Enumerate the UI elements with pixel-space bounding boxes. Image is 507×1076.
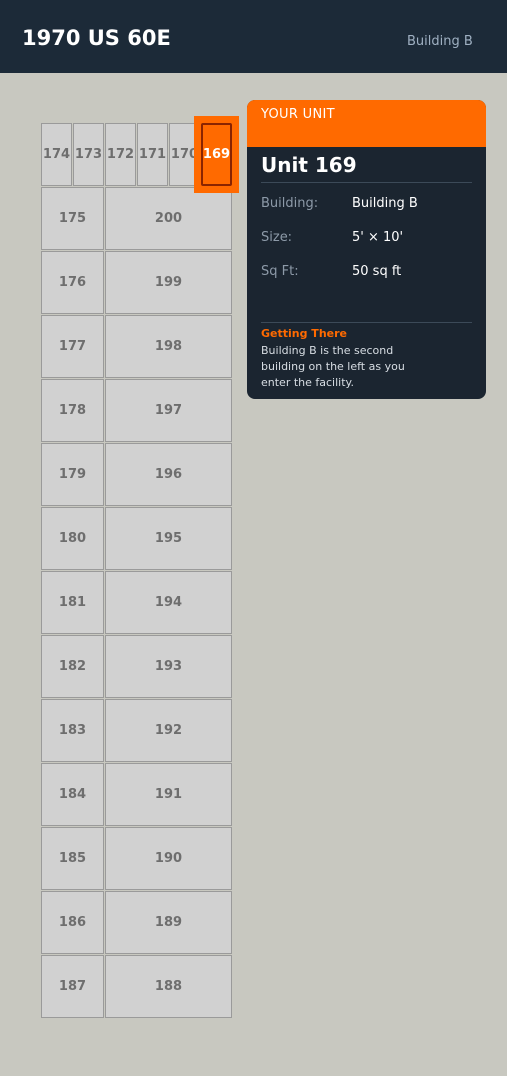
sqft-row-label: Sq Ft: [261,264,299,279]
unit-label: 173 [74,147,103,162]
unit-label: 199 [154,275,183,290]
unit-180[interactable]: 180 [41,507,104,570]
unit-highlighted[interactable]: 169 [194,116,239,193]
unit-179[interactable]: 179 [41,443,104,506]
unit-195[interactable]: 195 [105,507,232,570]
unit-172[interactable]: 172 [105,123,136,186]
card-divider [261,322,472,323]
unit-191[interactable]: 191 [105,763,232,826]
unit-187[interactable]: 187 [41,955,104,1018]
unit-label: 190 [154,851,183,866]
unit-181[interactable]: 181 [41,571,104,634]
sqft-row-value: 50 sq ft [352,264,402,279]
unit-label: 187 [58,979,87,994]
unit-188[interactable]: 188 [105,955,232,1018]
unit-176[interactable]: 176 [41,251,104,314]
facility-title: 1970 US 60E [22,26,171,50]
building-row-value: Building B [352,196,418,211]
unit-label: 196 [154,467,183,482]
unit-196[interactable]: 196 [105,443,232,506]
unit-173[interactable]: 173 [73,123,104,186]
unit-info-card: YOUR UNIT Unit 169 Building: Building B … [247,100,486,399]
unit-label: 192 [154,723,183,738]
unit-label: 186 [58,915,87,930]
unit-178[interactable]: 178 [41,379,104,442]
unit-label: 180 [58,531,87,546]
size-row-label: Size: [261,230,293,245]
unit-184[interactable]: 184 [41,763,104,826]
unit-label: 193 [154,659,183,674]
unit-185[interactable]: 185 [41,827,104,890]
unit-label: 200 [154,211,183,226]
unit-194[interactable]: 194 [105,571,232,634]
unit-label: 178 [58,403,87,418]
unit-label: 176 [58,275,87,290]
unit-label: 172 [106,147,135,162]
unit-192[interactable]: 192 [105,699,232,762]
unit-200[interactable]: 200 [105,187,232,250]
unit-198[interactable]: 198 [105,315,232,378]
unit-177[interactable]: 177 [41,315,104,378]
unit-label: 184 [58,787,87,802]
building-label: Building B [407,34,473,49]
card-divider [261,182,472,183]
unit-label: 177 [58,339,87,354]
unit-label: 174 [42,147,71,162]
unit-label: 179 [58,467,87,482]
unit-182[interactable]: 182 [41,635,104,698]
app-header: 1970 US 60E Building B [0,0,507,73]
unit-label: 171 [138,147,167,162]
building-row-label: Building: [261,196,319,211]
unit-189[interactable]: 189 [105,891,232,954]
unit-190[interactable]: 190 [105,827,232,890]
size-row-value: 5' × 10' [352,230,404,245]
directions-title: Getting There [261,327,347,340]
unit-label: 189 [154,915,183,930]
unit-199[interactable]: 199 [105,251,232,314]
directions-text: Building B is the second building on the… [261,344,405,389]
unit-label: 181 [58,595,87,610]
card-eyebrow: YOUR UNIT [261,107,335,122]
unit-label: 188 [154,979,183,994]
unit-174[interactable]: 174 [41,123,72,186]
card-header: YOUR UNIT [247,100,486,147]
unit-171[interactable]: 171 [137,123,168,186]
unit-label: 195 [154,531,183,546]
unit-193[interactable]: 193 [105,635,232,698]
unit-label: 183 [58,723,87,738]
unit-label: 198 [154,339,183,354]
unit-175[interactable]: 175 [41,187,104,250]
unit-label: 194 [154,595,183,610]
unit-197[interactable]: 197 [105,379,232,442]
unit-label: 191 [154,787,183,802]
unit-label: 182 [58,659,87,674]
unit-label: 175 [58,211,87,226]
unit-label: 169 [202,147,231,162]
unit-label: 185 [58,851,87,866]
unit-label: 197 [154,403,183,418]
unit-title: Unit 169 [261,153,357,177]
unit-183[interactable]: 183 [41,699,104,762]
unit-186[interactable]: 186 [41,891,104,954]
